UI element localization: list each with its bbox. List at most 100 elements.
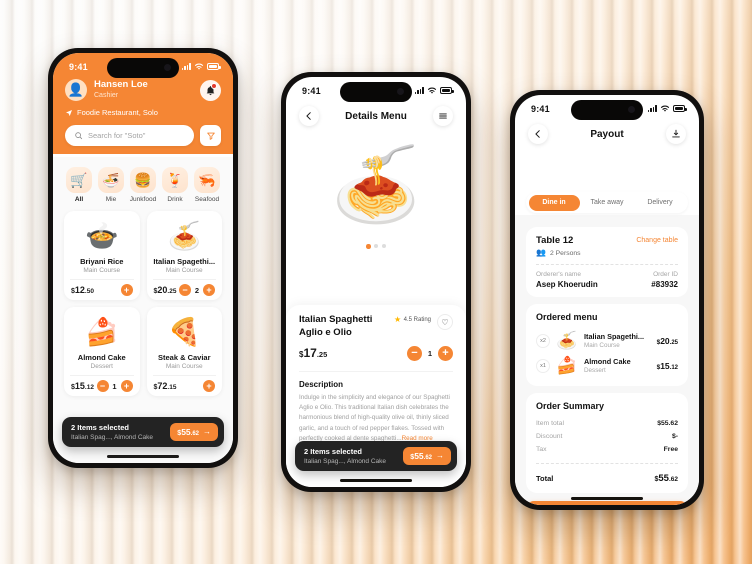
food-card[interactable]: 🍕 Steak & Caviar Main Course $72.15 + bbox=[146, 307, 222, 396]
dish-name: Italian Spaghetti Aglio e Olio bbox=[299, 314, 373, 338]
persons-label: 2 Persons bbox=[549, 249, 581, 257]
user-row: 👤 Hansen Loe Cashier bbox=[53, 77, 233, 101]
divider bbox=[536, 463, 678, 464]
price-row: $17.25 − 1 + bbox=[299, 345, 453, 361]
search-icon bbox=[75, 132, 83, 140]
ordered-item[interactable]: x2 🍝 Italian Spagethi... Main Course $20… bbox=[536, 328, 678, 353]
search-input[interactable] bbox=[88, 131, 185, 140]
avatar[interactable]: 👤 bbox=[65, 79, 87, 101]
rating-label: 4.5 Rating bbox=[403, 317, 431, 323]
spaghetti-icon: 🍝 bbox=[556, 331, 578, 350]
minus-button[interactable]: − bbox=[179, 284, 191, 296]
category-item-junkfood[interactable]: 🍔 Junkfood bbox=[128, 167, 158, 203]
food-card[interactable]: 🍰 Almond Cake Dessert $15.12 − 1 + bbox=[64, 307, 140, 396]
category-label: Junkfood bbox=[129, 196, 157, 203]
category-item-drink[interactable]: 🍹 Drink bbox=[160, 167, 190, 203]
shrimp-icon: 🦐 bbox=[194, 167, 220, 193]
add-button[interactable]: + bbox=[438, 345, 453, 361]
summary-value: $- bbox=[671, 433, 678, 440]
divider bbox=[536, 264, 678, 265]
quantity-stepper: + bbox=[120, 284, 133, 296]
quantity-value: 1 bbox=[112, 381, 117, 391]
category-list: 🛒 All 🍜 Mie 🍔 Junkfood 🍹 Drink 🦐 Seafood bbox=[53, 157, 233, 209]
selection-title: 2 Items selected bbox=[71, 423, 129, 433]
status-time: 9:41 bbox=[69, 61, 88, 72]
add-button[interactable]: + bbox=[203, 380, 215, 392]
item-info: Almond Cake Dessert bbox=[584, 357, 651, 374]
ordered-menu-card: Ordered menu x2 🍝 Italian Spagethi... Ma… bbox=[526, 304, 688, 386]
quantity-stepper: − 1 + bbox=[407, 345, 453, 361]
search-row bbox=[53, 117, 233, 146]
menu-button[interactable] bbox=[433, 106, 453, 126]
category-item-mie[interactable]: 🍜 Mie bbox=[96, 167, 126, 203]
order-type-tabs: Dine in Take away Delivery bbox=[515, 192, 699, 213]
minus-button[interactable]: − bbox=[407, 345, 422, 361]
wifi-icon bbox=[194, 63, 204, 70]
tab-take-away[interactable]: Take away bbox=[582, 195, 633, 211]
food-price: $20.25 bbox=[153, 285, 177, 295]
grocery-bag-icon: 🛒 bbox=[66, 167, 92, 193]
minus-button[interactable]: − bbox=[96, 380, 109, 392]
add-button[interactable]: + bbox=[120, 380, 133, 392]
search-box[interactable] bbox=[65, 125, 194, 146]
add-button[interactable]: + bbox=[203, 284, 215, 296]
location-label: Foodie Restaurant, Solo bbox=[77, 108, 158, 117]
selection-floating-bar[interactable]: 2 Items selected Italian Spag..., Almond… bbox=[62, 417, 224, 447]
process-order-button[interactable]: Process Order bbox=[526, 501, 688, 505]
tab-dine-in[interactable]: Dine in bbox=[528, 194, 580, 211]
total-row: Total $55.62 bbox=[536, 470, 678, 487]
food-price-row: $12.50 + bbox=[70, 279, 134, 300]
description-heading: Description bbox=[299, 370, 453, 389]
selection-subtitle: Italian Spag..., Almond Cake bbox=[304, 457, 387, 465]
food-price-row: $72.15 + bbox=[152, 375, 216, 396]
carousel-dot-active[interactable] bbox=[366, 244, 371, 249]
notification-bell-button[interactable] bbox=[200, 79, 221, 101]
battery-icon bbox=[207, 63, 221, 70]
food-price-row: $15.12 − 1 + bbox=[70, 375, 134, 396]
selection-text: 2 Items selected Italian Spag..., Almond… bbox=[304, 447, 403, 465]
item-name: Italian Spagethi... bbox=[584, 332, 645, 341]
food-category: Main Course bbox=[83, 267, 121, 274]
cellular-signal-icon bbox=[181, 63, 191, 70]
favorite-button[interactable]: ♡ bbox=[437, 314, 453, 330]
restaurant-location[interactable]: Foodie Restaurant, Solo bbox=[53, 101, 233, 117]
selection-subtitle: Italian Spag..., Almond Cake bbox=[71, 433, 154, 441]
phone3-screen: 9:41 Payout Dine in Take away Delivery T… bbox=[515, 95, 699, 505]
carousel-dots[interactable] bbox=[286, 240, 466, 249]
add-button[interactable]: + bbox=[120, 284, 133, 296]
dish-title-row: Italian Spaghetti Aglio e Olio ★ 4.5 Rat… bbox=[299, 314, 453, 340]
orderer-block: Orderer's name Asep Khoerudin bbox=[536, 271, 598, 289]
carousel-dot[interactable] bbox=[381, 244, 386, 248]
download-button[interactable] bbox=[666, 124, 686, 144]
food-price: $72.15 bbox=[153, 381, 177, 391]
food-category: Main Course bbox=[165, 267, 203, 274]
change-table-link[interactable]: Change table bbox=[636, 237, 678, 244]
noodle-bowl-icon: 🍜 bbox=[98, 167, 124, 193]
ordered-item[interactable]: x1 🍰 Almond Cake Dessert $15.12 bbox=[536, 353, 678, 378]
food-category: Dessert bbox=[90, 363, 113, 370]
back-button[interactable] bbox=[528, 124, 548, 144]
cellular-signal-icon bbox=[647, 105, 657, 112]
orderer-value: Asep Khoerudin bbox=[536, 280, 598, 289]
checkout-button[interactable]: $55.62 → bbox=[403, 447, 451, 465]
home-indicator bbox=[571, 496, 643, 500]
back-button[interactable] bbox=[299, 106, 319, 126]
paella-dish-icon: 🍲 bbox=[84, 220, 119, 251]
filter-button[interactable] bbox=[200, 125, 221, 146]
quantity-value: 1 bbox=[427, 348, 433, 358]
user-text: Hansen Loe Cashier bbox=[94, 79, 148, 100]
tab-delivery[interactable]: Delivery bbox=[635, 195, 686, 211]
food-name: Steak & Caviar bbox=[157, 353, 211, 362]
category-item-seafood[interactable]: 🦐 Seafood bbox=[192, 167, 222, 203]
checkout-button[interactable]: $55.62 → bbox=[170, 423, 218, 441]
phone-mockup-home: 9:41 👤 Hansen Loe Cashier Foodie Restaur… bbox=[48, 48, 238, 468]
carousel-dot[interactable] bbox=[374, 244, 379, 248]
quantity-stepper: − 1 + bbox=[96, 380, 133, 392]
selection-floating-bar[interactable]: 2 Items selected Italian Spag..., Almond… bbox=[295, 441, 457, 471]
back-arrow-icon bbox=[535, 130, 540, 138]
food-card[interactable]: 🍲 Briyani Rice Main Course $12.50 + bbox=[64, 211, 140, 300]
category-item-all[interactable]: 🛒 All bbox=[64, 167, 94, 203]
order-id-block: Order ID #83932 bbox=[651, 271, 678, 289]
summary-label: Item total bbox=[536, 420, 564, 427]
food-card[interactable]: 🍝 Italian Spagethi... Main Course $20.25… bbox=[146, 211, 222, 300]
